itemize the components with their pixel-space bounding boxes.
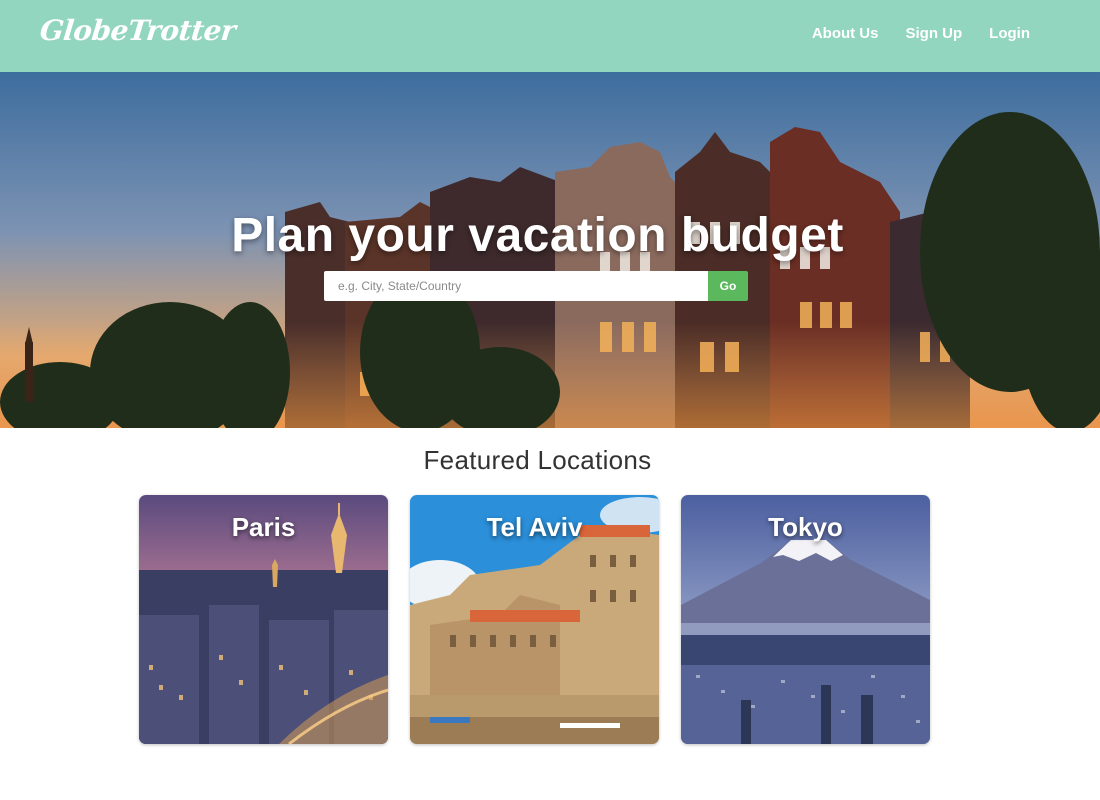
location-card-tel-aviv[interactable]: Tel Aviv xyxy=(410,495,659,744)
location-card-label: Tokyo xyxy=(768,512,843,542)
featured-locations-cards: Paris Tel Aviv Tokyo xyxy=(139,495,930,744)
go-button[interactable]: Go xyxy=(708,271,748,301)
search-input[interactable] xyxy=(324,271,708,301)
featured-locations-title: Featured Locations xyxy=(423,445,652,475)
hero-title: Plan your vacation budget xyxy=(231,209,844,262)
nav-link-about-us[interactable]: About Us xyxy=(812,25,879,42)
location-card-tokyo[interactable]: Tokyo xyxy=(681,495,930,744)
nav-link-sign-up[interactable]: Sign Up xyxy=(906,25,963,42)
nav-link-login[interactable]: Login xyxy=(989,25,1030,42)
nav-links: About Us Sign Up Login xyxy=(812,25,1030,42)
location-card-paris[interactable]: Paris xyxy=(139,495,388,744)
location-card-label: Tel Aviv xyxy=(486,512,583,542)
search-bar: Go xyxy=(324,271,748,301)
location-card-label: Paris xyxy=(231,512,296,542)
navbar: GlobeTrotter About Us Sign Up Login xyxy=(0,0,1100,72)
logo[interactable]: GlobeTrotter xyxy=(38,14,237,47)
hero-banner: Plan your vacation budget Go xyxy=(0,72,1100,428)
